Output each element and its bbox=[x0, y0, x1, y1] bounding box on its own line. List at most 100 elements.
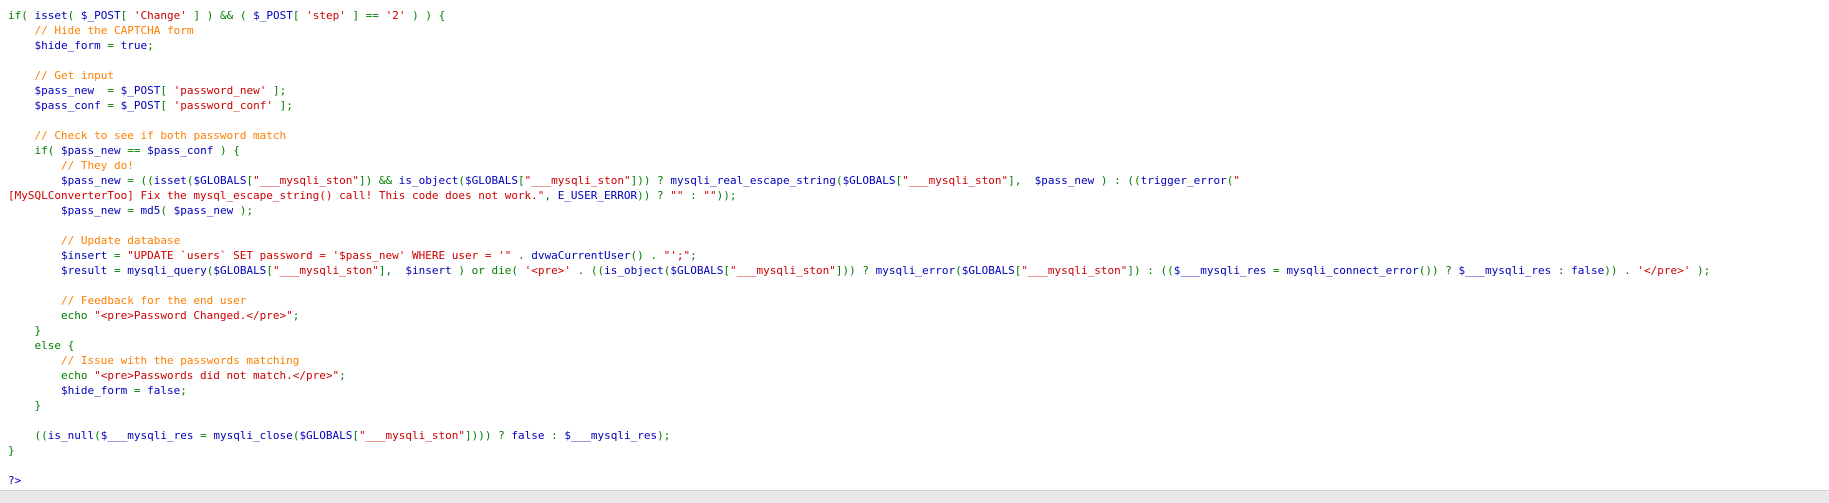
code-token: () . bbox=[630, 249, 664, 262]
code-token: (( bbox=[8, 429, 48, 442]
code-token: [ bbox=[120, 9, 134, 22]
code-token: == bbox=[120, 144, 148, 157]
code-token: $GLOBALS bbox=[465, 174, 519, 187]
code-token: $insert bbox=[405, 264, 452, 277]
code-token: is_object bbox=[398, 174, 459, 187]
code-token: "" bbox=[670, 189, 684, 202]
code-token: mysqli_query bbox=[127, 264, 207, 277]
code-token: isset bbox=[34, 9, 68, 22]
code-line: echo "<pre>Password Changed.</pre>"; bbox=[8, 308, 1829, 323]
code-token: $pass_new bbox=[60, 174, 121, 187]
code-token: // Feedback for the end user bbox=[60, 294, 247, 307]
code-token: $hide_form bbox=[34, 39, 101, 52]
code-token: 'step' bbox=[306, 9, 346, 22]
code-token: . bbox=[511, 249, 532, 262]
code-token: "___mysqli_ston" bbox=[272, 264, 379, 277]
code-line: $insert = "UPDATE `users` SET password =… bbox=[8, 248, 1829, 263]
code-token: $GLOBALS bbox=[299, 429, 353, 442]
code-token: "___mysqli_ston" bbox=[253, 174, 360, 187]
code-token: = (( bbox=[120, 174, 154, 187]
code-line: ?> bbox=[8, 473, 1829, 488]
code-token: "___mysqli_ston" bbox=[902, 174, 1009, 187]
code-token: $GLOBALS bbox=[670, 264, 724, 277]
code-token: ; bbox=[690, 249, 697, 262]
code-line: echo "<pre>Passwords did not match.</pre… bbox=[8, 368, 1829, 383]
code-line: } bbox=[8, 323, 1829, 338]
code-line: // Hide the CAPTCHA form bbox=[8, 23, 1829, 38]
code-token: md5 bbox=[140, 204, 161, 217]
code-line: $hide_form = true; bbox=[8, 38, 1829, 53]
code-token: ) ) { bbox=[405, 9, 446, 22]
code-token: // Issue with the passwords matching bbox=[60, 354, 300, 367]
code-token: ]) : (( bbox=[1127, 264, 1174, 277]
code-token: ( bbox=[67, 9, 81, 22]
code-token: is_null bbox=[47, 429, 95, 442]
code-token: : bbox=[544, 429, 565, 442]
code-token: = bbox=[193, 429, 214, 442]
code-line: else { bbox=[8, 338, 1829, 353]
code-token: $___mysqli_res bbox=[1173, 264, 1267, 277]
code-token: if( bbox=[8, 144, 61, 157]
code-token: ( bbox=[160, 204, 174, 217]
code-token: $pass_conf bbox=[147, 144, 214, 157]
code-token: = bbox=[1266, 264, 1287, 277]
code-token: // Check to see if both password match bbox=[34, 129, 287, 142]
code-token: . (( bbox=[570, 264, 605, 277]
code-token: $GLOBALS bbox=[842, 174, 896, 187]
code-token: mysqli_real_escape_string bbox=[670, 174, 836, 187]
source-viewer: if( isset( $_POST[ 'Change' ] ) && ( $_P… bbox=[0, 0, 1829, 503]
code-token: echo bbox=[8, 309, 95, 322]
code-line: $result = mysqli_query($GLOBALS["___mysq… bbox=[8, 263, 1829, 278]
code-token: mysqli_connect_error bbox=[1286, 264, 1419, 277]
code-token: $___mysqli_res bbox=[100, 429, 194, 442]
code-token: is_object bbox=[604, 264, 664, 277]
code-token: trigger_error bbox=[1140, 174, 1227, 187]
code-token: = bbox=[100, 99, 121, 112]
code-token: $GLOBALS bbox=[193, 174, 247, 187]
code-token: ] == bbox=[345, 9, 386, 22]
code-token: $pass_new bbox=[173, 204, 234, 217]
code-token: ], bbox=[1008, 174, 1035, 187]
code-token: 'password_conf' bbox=[173, 99, 273, 112]
code-line: $pass_new = $_POST[ 'password_new' ]; bbox=[8, 83, 1829, 98]
code-line: $hide_form = false; bbox=[8, 383, 1829, 398]
code-token: } bbox=[8, 324, 42, 337]
code-token: $GLOBALS bbox=[213, 264, 267, 277]
code-token: ; bbox=[147, 39, 154, 52]
code-area[interactable]: if( isset( $_POST[ 'Change' ] ) && ( $_P… bbox=[0, 0, 1829, 490]
code-token: $GLOBALS bbox=[961, 264, 1015, 277]
code-line: // Feedback for the end user bbox=[8, 293, 1829, 308]
php-source-code: if( isset( $_POST[ 'Change' ] ) && ( $_P… bbox=[0, 0, 1829, 488]
code-token: [ bbox=[292, 9, 307, 22]
code-token: } bbox=[8, 444, 15, 457]
code-token: } bbox=[8, 399, 42, 412]
code-token: "___mysqli_ston" bbox=[1021, 264, 1128, 277]
code-token: = bbox=[127, 384, 148, 397]
code-token: ( bbox=[94, 429, 101, 442]
code-token: ) : (( bbox=[1094, 174, 1141, 187]
code-token: false bbox=[1571, 264, 1605, 277]
code-token: = bbox=[100, 39, 121, 52]
code-token: ) { bbox=[213, 144, 240, 157]
code-token: 'Change' bbox=[133, 9, 187, 22]
code-token: isset bbox=[153, 174, 187, 187]
code-token: )) ? bbox=[637, 189, 671, 202]
horizontal-scrollbar[interactable] bbox=[0, 490, 1829, 503]
code-token: // Hide the CAPTCHA form bbox=[34, 24, 194, 37]
code-token: )); bbox=[716, 189, 737, 202]
code-token: " bbox=[1233, 174, 1240, 187]
code-token: "___mysqli_ston" bbox=[359, 429, 466, 442]
code-token: // They do! bbox=[60, 159, 134, 172]
code-token: ])) ? bbox=[630, 174, 671, 187]
code-token: ?> bbox=[8, 474, 22, 487]
code-token: ()) ? bbox=[1418, 264, 1459, 277]
code-token: else { bbox=[8, 339, 75, 352]
code-line: if( $pass_new == $pass_conf ) { bbox=[8, 143, 1829, 158]
